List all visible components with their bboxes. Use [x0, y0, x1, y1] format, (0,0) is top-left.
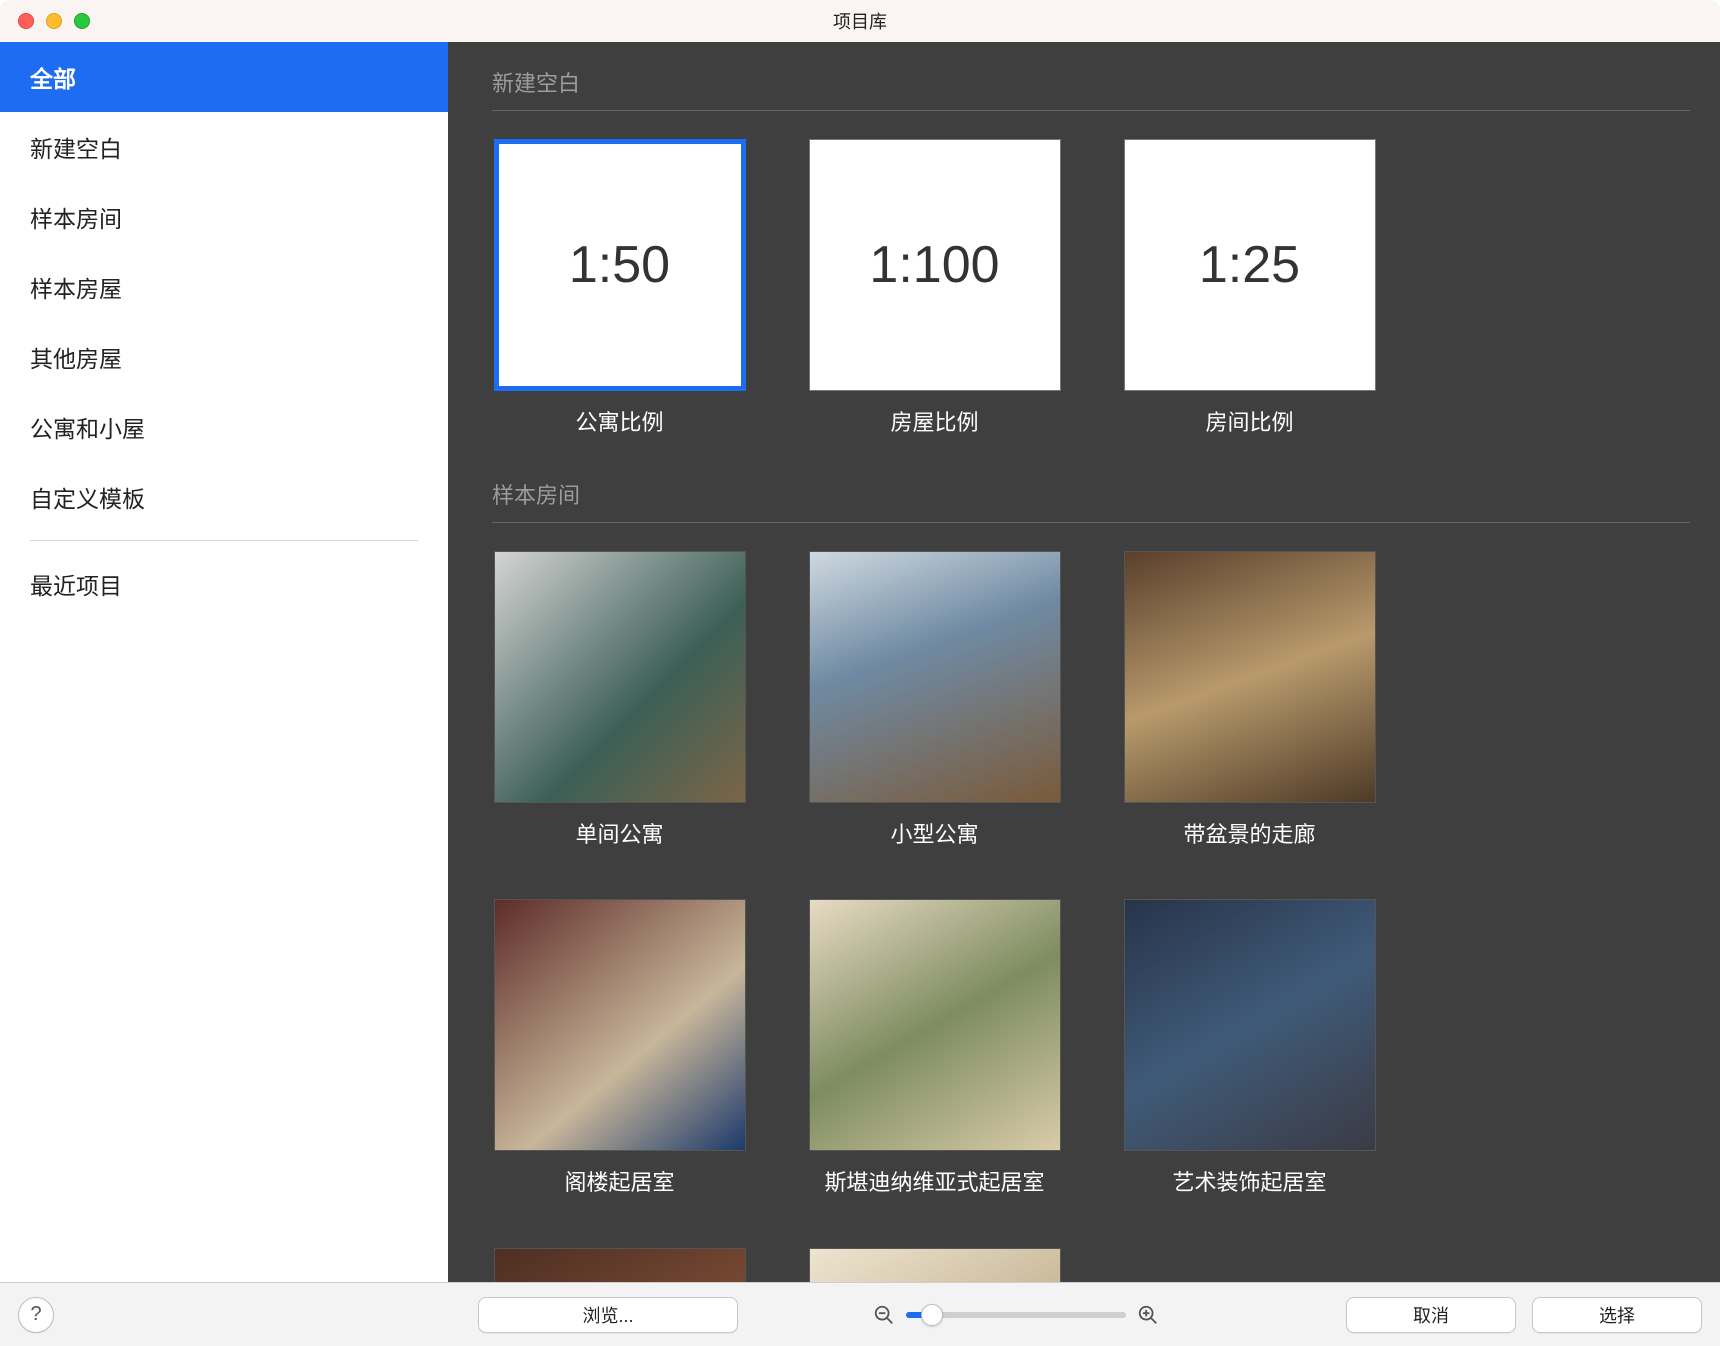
main-area: 全部 新建空白 样本房间 样本房屋 其他房屋 公寓和小屋 自定义模板 最近项目 …	[0, 42, 1720, 1282]
close-icon[interactable]	[18, 13, 34, 29]
tile-thumb-image	[494, 899, 746, 1151]
sidebar-item-new-blank[interactable]: 新建空白	[0, 112, 448, 182]
browse-button[interactable]: 浏览...	[478, 1297, 738, 1333]
tile-thumb-ratio: 1:25	[1124, 139, 1376, 391]
cancel-button[interactable]: 取消	[1346, 1297, 1516, 1333]
section-divider	[492, 522, 1690, 523]
section-title-sample-rooms: 样本房间	[492, 478, 1690, 510]
titlebar: 项目库	[0, 0, 1720, 42]
tile-bonsai-corridor[interactable]: 带盆景的走廊	[1122, 551, 1377, 850]
tile-label: 斯堪迪纳维亚式起居室	[824, 1169, 1044, 1198]
sidebar: 全部 新建空白 样本房间 样本房屋 其他房屋 公寓和小屋 自定义模板 最近项目	[0, 42, 448, 1282]
tile-thumb-image	[809, 899, 1061, 1151]
maximize-icon[interactable]	[74, 13, 90, 29]
tile-thumb-image	[494, 1248, 746, 1282]
tile-label: 小型公寓	[890, 821, 978, 850]
minimize-icon[interactable]	[46, 13, 62, 29]
section-divider	[492, 110, 1690, 111]
tile-apartment-scale[interactable]: 1:50 公寓比例	[492, 139, 747, 438]
content-area[interactable]: 新建空白 1:50 公寓比例 1:100 房屋比例 1:25 房间比例 样本房间…	[448, 42, 1720, 1282]
window-controls	[18, 13, 90, 29]
tile-studio-apartment[interactable]: 单间公寓	[492, 551, 747, 850]
sidebar-item-custom-templates[interactable]: 自定义模板	[0, 462, 448, 532]
zoom-in-icon[interactable]	[1136, 1303, 1160, 1327]
tile-label: 房屋比例	[890, 409, 978, 438]
tile-country-living[interactable]: 乡村起居室	[492, 1248, 747, 1282]
sidebar-item-other-houses[interactable]: 其他房屋	[0, 322, 448, 392]
tile-traditional-living[interactable]: 传统起居室	[807, 1248, 1062, 1282]
tile-label: 单间公寓	[575, 821, 663, 850]
sidebar-item-apartments[interactable]: 公寓和小屋	[0, 392, 448, 462]
sidebar-item-recent[interactable]: 最近项目	[0, 549, 448, 619]
tile-thumb-image	[494, 551, 746, 803]
right-buttons: 取消 选择	[1346, 1297, 1702, 1333]
tile-thumb-ratio: 1:100	[809, 139, 1061, 391]
section-title-new-blank: 新建空白	[492, 66, 1690, 98]
tile-thumb-image	[809, 1248, 1061, 1282]
zoom-controls	[872, 1303, 1160, 1327]
sidebar-divider	[30, 540, 418, 541]
zoom-slider[interactable]	[906, 1312, 1126, 1318]
tile-scandinavian-living[interactable]: 斯堪迪纳维亚式起居室	[807, 899, 1062, 1198]
tile-loft-living[interactable]: 阁楼起居室	[492, 899, 747, 1198]
tile-label: 艺术装饰起居室	[1172, 1169, 1326, 1198]
new-blank-grid: 1:50 公寓比例 1:100 房屋比例 1:25 房间比例	[492, 139, 1690, 438]
tile-thumb-image	[1124, 551, 1376, 803]
sidebar-item-sample-rooms[interactable]: 样本房间	[0, 182, 448, 252]
zoom-slider-thumb[interactable]	[921, 1304, 943, 1326]
tile-thumb-ratio: 1:50	[494, 139, 746, 391]
sample-rooms-grid: 单间公寓 小型公寓 带盆景的走廊 阁楼起居室 斯堪迪纳维亚式起居室 艺术装饰起居…	[492, 551, 1690, 1282]
tile-label: 房间比例	[1205, 409, 1293, 438]
tile-house-scale[interactable]: 1:100 房屋比例	[807, 139, 1062, 438]
tile-thumb-image	[809, 551, 1061, 803]
help-button[interactable]: ?	[18, 1297, 54, 1333]
select-button[interactable]: 选择	[1532, 1297, 1702, 1333]
tile-room-scale[interactable]: 1:25 房间比例	[1122, 139, 1377, 438]
tile-artdeco-living[interactable]: 艺术装饰起居室	[1122, 899, 1377, 1198]
tile-label: 公寓比例	[575, 409, 663, 438]
zoom-out-icon[interactable]	[872, 1303, 896, 1327]
sidebar-item-all[interactable]: 全部	[0, 42, 448, 112]
tile-small-apartment[interactable]: 小型公寓	[807, 551, 1062, 850]
window-title: 项目库	[0, 8, 1720, 34]
tile-label: 带盆景的走廊	[1183, 821, 1315, 850]
bottombar: ? 浏览... 取消 选择	[0, 1282, 1720, 1346]
tile-label: 阁楼起居室	[564, 1169, 674, 1198]
tile-thumb-image	[1124, 899, 1376, 1151]
sidebar-item-sample-houses[interactable]: 样本房屋	[0, 252, 448, 322]
